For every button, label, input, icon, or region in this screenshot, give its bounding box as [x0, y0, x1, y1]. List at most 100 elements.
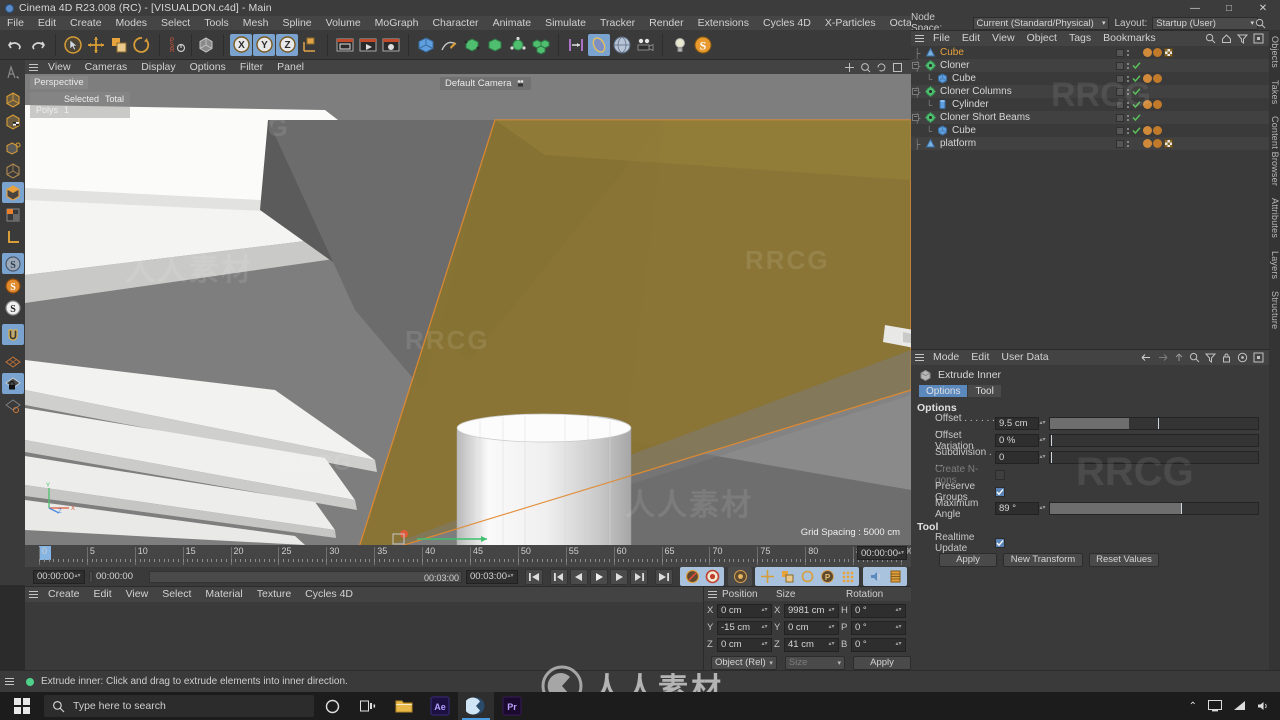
size-mode-select[interactable]: Size ▾ [784, 655, 846, 670]
offset-spinner[interactable]: ▴▾ [1039, 418, 1046, 430]
taskbar-app-file-explorer[interactable] [386, 692, 422, 720]
maximize-button[interactable]: □ [1212, 0, 1246, 16]
scale-key-button[interactable] [778, 568, 796, 585]
rotation-b-spinner[interactable]: ▴▾ [895, 639, 902, 651]
menu-item-spline[interactable]: Spline [275, 16, 318, 30]
animation-layers-button[interactable] [886, 568, 904, 585]
menu-item-animate[interactable]: Animate [486, 16, 539, 30]
redo-button[interactable] [27, 34, 49, 56]
attr-lock-icon[interactable] [1221, 352, 1232, 363]
menu-item-x-particles[interactable]: X-Particles [818, 16, 883, 30]
tray-chevron-icon[interactable]: ⌃ [1189, 701, 1197, 712]
position-y-input[interactable]: -15 cm ▴▾ [717, 620, 772, 635]
pan-icon[interactable] [844, 62, 855, 73]
attr-filter-icon[interactable] [1205, 352, 1216, 363]
attributes-menu-user-data[interactable]: User Data [995, 350, 1054, 365]
object-visibility-toggles[interactable] [1127, 114, 1129, 121]
object-row[interactable]: ├−Cloner Short Beams [911, 111, 1269, 124]
camera-object-button[interactable] [634, 34, 656, 56]
object-row[interactable]: └ Cylinder [911, 98, 1269, 111]
menu-item-mesh[interactable]: Mesh [236, 16, 276, 30]
add-cube-primitive-button[interactable] [415, 34, 437, 56]
y-axis-lock-button[interactable]: Y [253, 33, 275, 56]
start-time-field[interactable]: 00:00:00 [93, 570, 145, 584]
position-x-spinner[interactable]: ▴▾ [761, 605, 768, 617]
object-menu-object[interactable]: Object [1021, 31, 1063, 46]
object-visibility-dots[interactable] [1116, 61, 1141, 70]
vertical-tab-structure[interactable]: Structure [1269, 285, 1280, 335]
add-generator-button[interactable] [461, 34, 483, 56]
start-button[interactable] [0, 692, 44, 720]
material-menu-view[interactable]: View [119, 587, 156, 602]
layout-select[interactable]: Startup (User) ▾ [1152, 16, 1258, 30]
expander-toggle[interactable]: − [912, 114, 919, 121]
enable-snap-icon[interactable]: S [1, 253, 24, 274]
object-enable-checkbox[interactable] [1116, 61, 1124, 70]
rotation-p-input[interactable]: 0 ° ▴▾ [851, 620, 906, 635]
size-y-input[interactable]: 0 cm ▴▾ [784, 620, 839, 635]
object-axis-mode-icon[interactable] [2, 160, 24, 181]
expander-toggle[interactable]: − [912, 88, 919, 95]
offset-slider[interactable] [1049, 417, 1259, 430]
sketch-toon-button[interactable]: S [692, 34, 714, 56]
timeline-ruler[interactable]: 051015202530354045505560657075808590 [25, 545, 914, 567]
rotation-h-input[interactable]: 0 ° ▴▾ [851, 603, 906, 618]
preserve-groups-checkbox[interactable] [995, 486, 1005, 497]
subdivision-slider[interactable] [1049, 451, 1259, 464]
rotation-b-input[interactable]: 0 ° ▴▾ [851, 637, 906, 652]
sky-environment-button[interactable] [611, 34, 633, 56]
end-time-spinner[interactable]: ▴▾ [898, 547, 904, 559]
point-level-animation-button[interactable] [838, 568, 856, 585]
object-visibility-toggles[interactable] [1127, 127, 1129, 134]
vertical-tab-content-browser[interactable]: Content Browser [1269, 110, 1280, 192]
live-selection-tool[interactable] [62, 34, 84, 56]
menu-item-cycles-4d[interactable]: Cycles 4D [756, 16, 818, 30]
position-scale-rotation-locks[interactable]: PSR [166, 34, 188, 56]
attributes-menu-hamburger-icon[interactable] [911, 351, 927, 365]
tray-network-icon[interactable] [1233, 700, 1246, 712]
move-tool[interactable] [85, 34, 107, 56]
parameter-key-button[interactable]: P [818, 568, 836, 585]
object-menu-file[interactable]: File [927, 31, 956, 46]
object-enable-checkbox[interactable] [1116, 48, 1124, 57]
viewport-menu-options[interactable]: Options [183, 60, 233, 74]
go-to-end-button[interactable] [655, 568, 673, 585]
object-manager-list[interactable]: ├Cube├−Cloner└Cube├−Cloner Columns└Cylin… [911, 46, 1269, 150]
object-row[interactable]: ├ platform [911, 137, 1269, 150]
object-visibility-dots[interactable] [1116, 113, 1141, 122]
zoom-icon[interactable] [860, 62, 871, 73]
object-enable-checkbox[interactable] [1116, 139, 1124, 148]
object-tag-material[interactable] [1143, 48, 1162, 57]
object-visibility-toggles[interactable] [1127, 62, 1129, 69]
object-enable-checkbox[interactable] [1116, 74, 1124, 83]
object-enable-checkbox[interactable] [1116, 126, 1124, 135]
object-tag-texture[interactable] [1164, 139, 1173, 148]
size-x-spinner[interactable]: ▴▾ [828, 605, 835, 617]
material-menu-select[interactable]: Select [155, 587, 198, 602]
object-menu-hamburger-icon[interactable] [911, 32, 927, 46]
sound-waveform-button[interactable] [866, 568, 884, 585]
menu-item-simulate[interactable]: Simulate [538, 16, 593, 30]
octane-render-button[interactable] [588, 33, 610, 56]
viewport-menu-view[interactable]: View [41, 60, 78, 74]
expander-toggle[interactable]: − [912, 62, 919, 69]
previous-keyframe-button[interactable] [550, 568, 568, 585]
material-menu-edit[interactable]: Edit [87, 587, 119, 602]
lock-workplane-icon[interactable] [1, 373, 24, 394]
add-spline-button[interactable] [438, 34, 460, 56]
create-ngons-checkbox[interactable] [995, 469, 1005, 480]
realtime-update-checkbox[interactable] [995, 537, 1005, 548]
object-menu-tags[interactable]: Tags [1063, 31, 1097, 46]
attr-back-icon[interactable] [1140, 352, 1152, 363]
size-x-input[interactable]: 9981 cm ▴▾ [784, 603, 839, 618]
object-visibility-toggles[interactable] [1127, 49, 1129, 56]
tray-volume-icon[interactable] [1257, 700, 1270, 712]
x-axis-lock-button[interactable]: X [230, 33, 252, 56]
object-visibility-toggles[interactable] [1127, 75, 1129, 82]
object-tag-material[interactable] [1143, 139, 1162, 148]
offset-variation-slider[interactable] [1049, 434, 1259, 447]
reset-values-button[interactable]: Reset Values [1089, 552, 1159, 567]
menu-item-render[interactable]: Render [642, 16, 690, 30]
maximum-angle-input[interactable]: 89 ° [995, 502, 1039, 515]
material-menu-material[interactable]: Material [198, 587, 249, 602]
